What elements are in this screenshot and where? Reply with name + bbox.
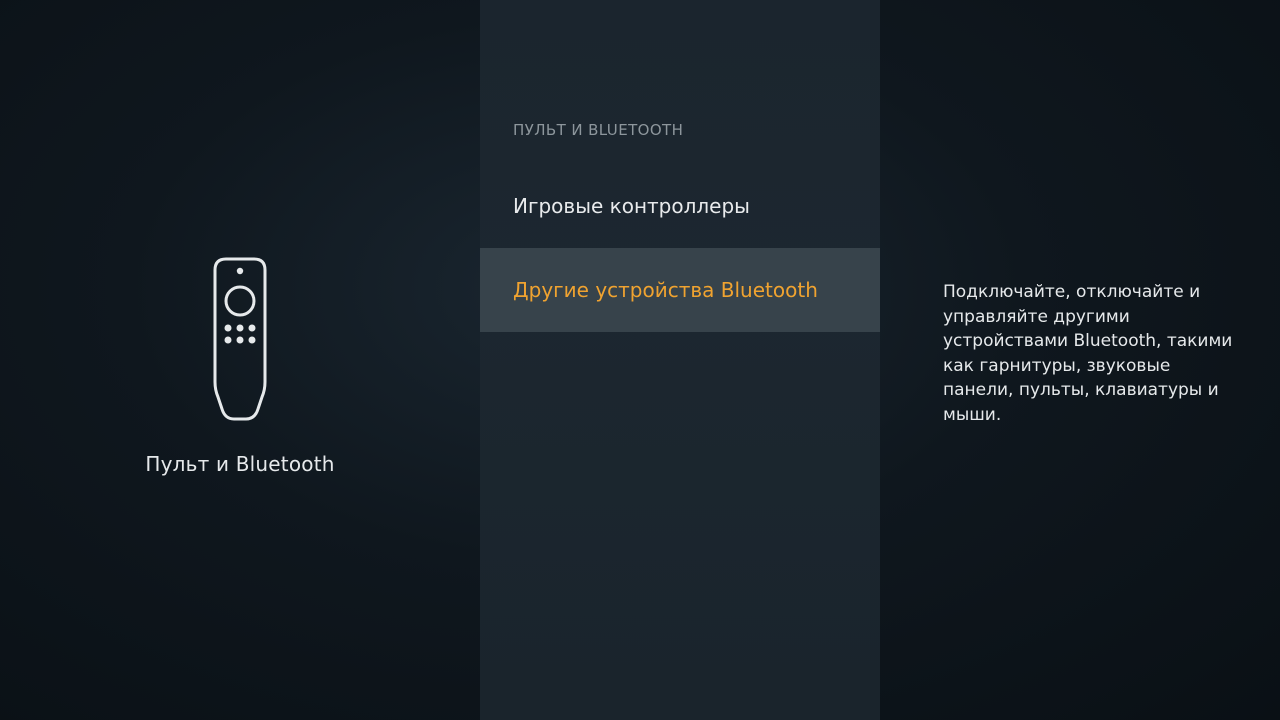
menu-header: ПУЛЬТ И BLUETOOTH bbox=[513, 121, 684, 139]
description-text: Подключайте, отключайте и управляйте дру… bbox=[943, 282, 1233, 425]
menu-item-other-bluetooth-devices[interactable]: Другие устройства Bluetooth bbox=[480, 248, 880, 332]
category-title: Пульт и Bluetooth bbox=[145, 452, 335, 476]
menu-item-label: Игровые контроллеры bbox=[513, 194, 750, 218]
settings-menu: ПУЛЬТ И BLUETOOTH Игровые контроллеры Др… bbox=[480, 0, 880, 720]
description-pane: Подключайте, отключайте и управляйте дру… bbox=[880, 0, 1280, 720]
settings-screen: Пульт и Bluetooth ПУЛЬТ И BLUETOOTH Игро… bbox=[0, 0, 1280, 720]
category-pane: Пульт и Bluetooth bbox=[0, 0, 480, 720]
remote-control-icon bbox=[213, 257, 267, 421]
menu-item-label: Другие устройства Bluetooth bbox=[513, 278, 818, 302]
menu-item-game-controllers[interactable]: Игровые контроллеры bbox=[480, 164, 880, 248]
